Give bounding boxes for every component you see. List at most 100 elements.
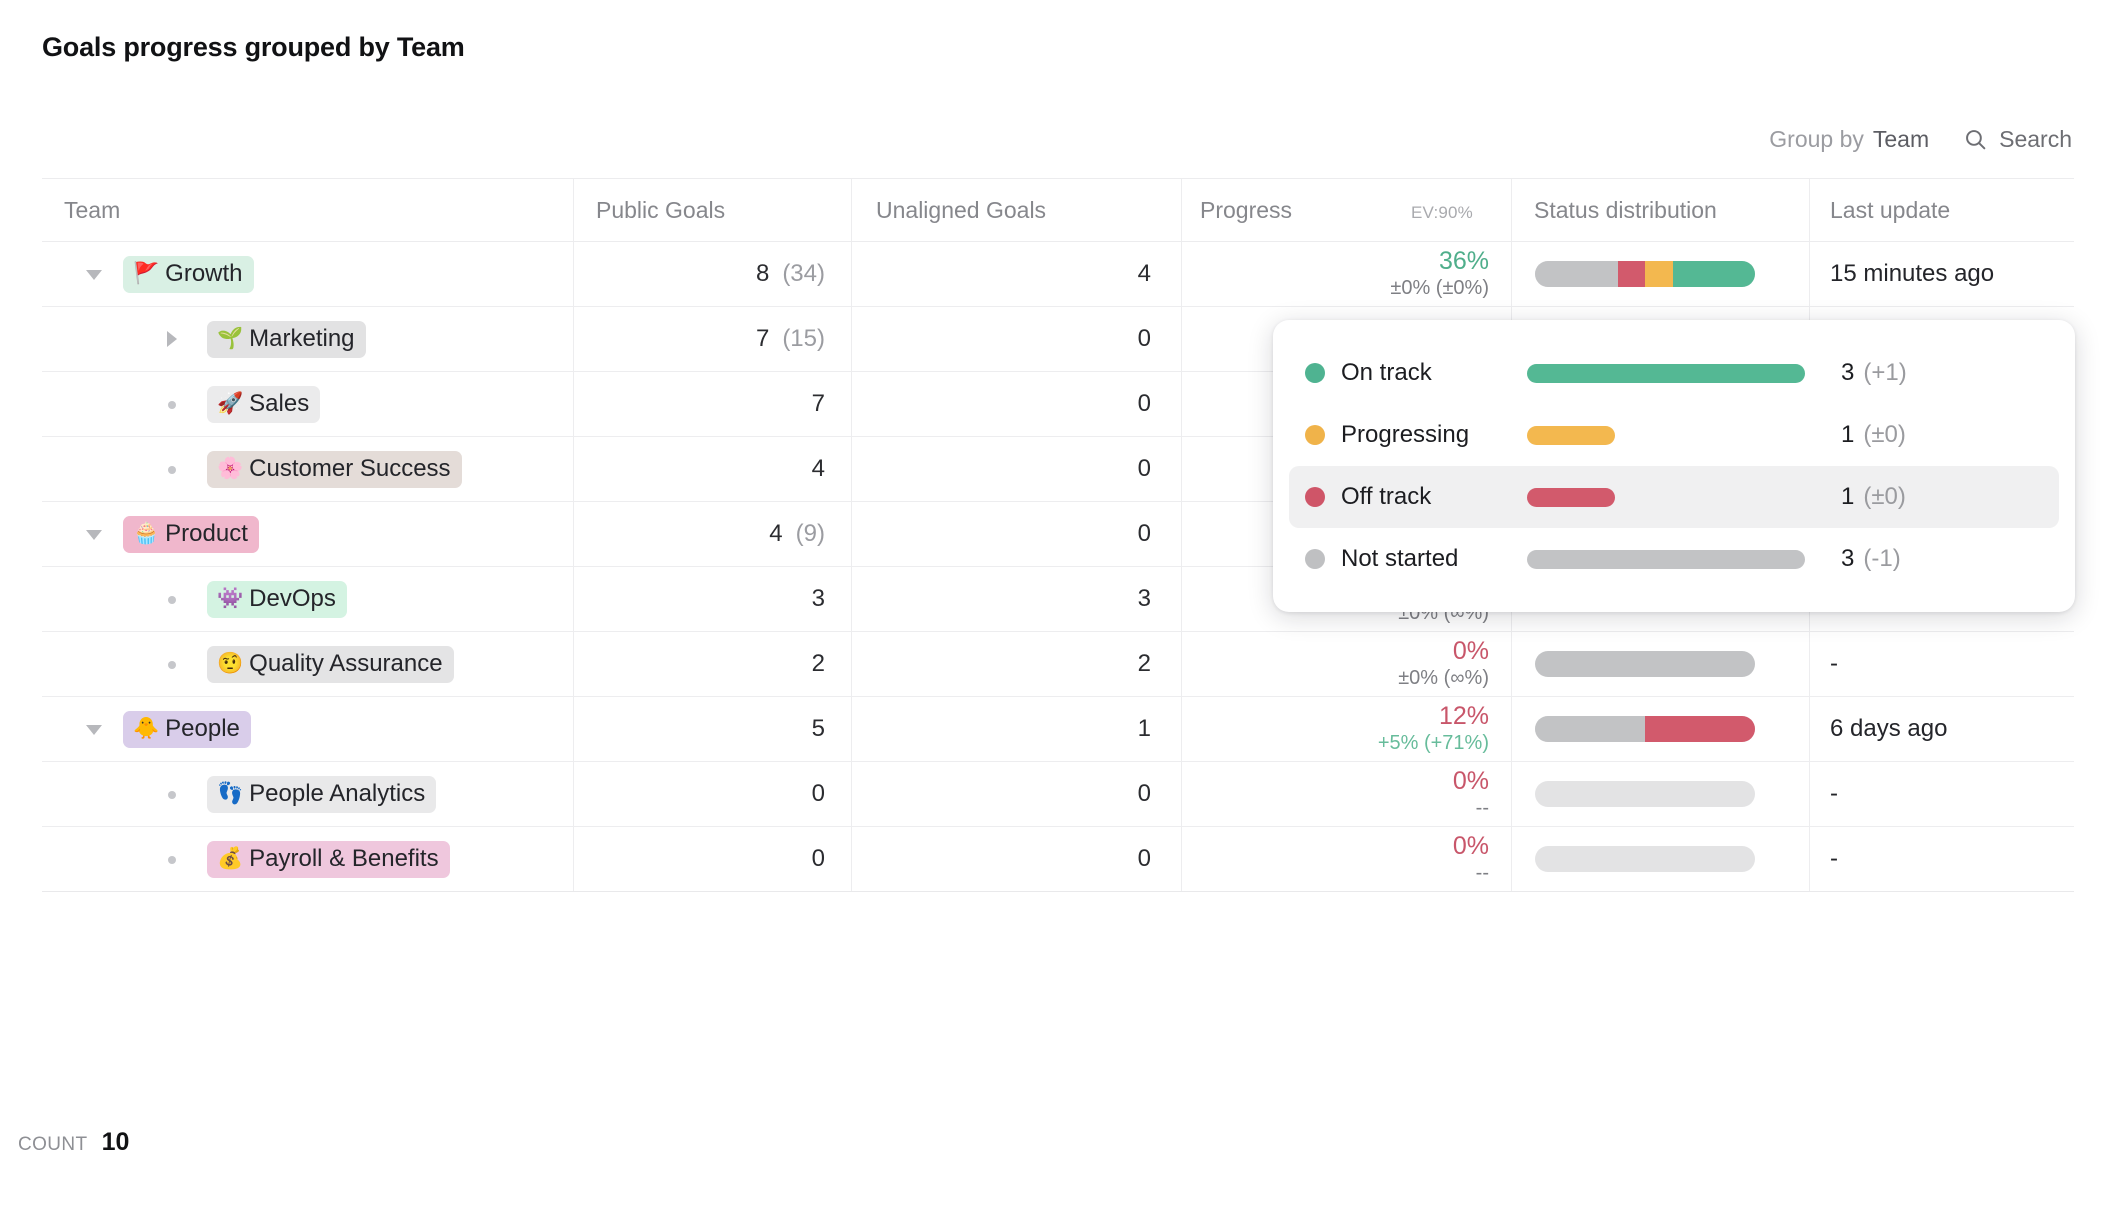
public-goals-value: 3 xyxy=(811,585,825,612)
team-name: Customer Success xyxy=(249,454,451,482)
popup-status-row[interactable]: On track 3 (+1) xyxy=(1289,342,2059,404)
cell-status-distribution[interactable] xyxy=(1511,697,1809,761)
cell-team: 👣 People Analytics xyxy=(42,762,573,826)
cell-status-distribution[interactable] xyxy=(1511,762,1809,826)
cell-public-goals: 3 xyxy=(573,567,851,631)
cell-last-update: - xyxy=(1809,827,2074,891)
unaligned-goals-value: 4 xyxy=(1137,260,1151,287)
status-distribution-bar[interactable] xyxy=(1535,781,1755,807)
page-title: Goals progress grouped by Team xyxy=(42,32,465,62)
team-emoji-icon: 🚀 xyxy=(217,392,244,415)
chevron-right-icon[interactable] xyxy=(164,330,181,348)
team-chip[interactable]: 🚩 Growth xyxy=(123,255,254,293)
status-label: On track xyxy=(1341,359,1432,386)
column-header-public-goals[interactable]: Public Goals xyxy=(573,179,851,241)
progress-value: 0% xyxy=(1452,637,1489,666)
team-chip[interactable]: 💰 Payroll & Benefits xyxy=(207,840,450,878)
status-dot-icon xyxy=(1305,363,1325,383)
unaligned-goals-value: 0 xyxy=(1137,780,1151,807)
cell-public-goals: 4 (9) xyxy=(573,502,851,566)
last-update-value: 6 days ago xyxy=(1830,715,1948,742)
cell-team: 🐥 People xyxy=(42,697,573,761)
team-emoji-icon: 🤨 xyxy=(217,652,244,675)
last-update-value: 15 minutes ago xyxy=(1830,260,1995,287)
chevron-down-icon[interactable] xyxy=(86,526,103,543)
team-name: Product xyxy=(165,519,248,547)
status-bar-fill xyxy=(1527,487,1615,507)
progress-value: 36% xyxy=(1438,247,1489,276)
cell-status-distribution[interactable] xyxy=(1511,242,1809,306)
popup-status-row[interactable]: Not started 3 (-1) xyxy=(1289,528,2059,590)
table-row[interactable]: 🐥 People 5 1 12% +5% (+71%) 6 days ago xyxy=(42,697,2074,762)
team-emoji-icon: 🧁 xyxy=(133,522,160,545)
table-row[interactable]: 🤨 Quality Assurance 2 2 0% ±0% (∞%) - xyxy=(42,632,2074,697)
cell-public-goals: 2 xyxy=(573,632,851,696)
cell-status-distribution[interactable] xyxy=(1511,632,1809,696)
cell-team: 🚩 Growth xyxy=(42,242,573,306)
column-header-status-distribution[interactable]: Status distribution xyxy=(1511,179,1809,241)
team-emoji-icon: 🌸 xyxy=(217,457,244,480)
team-chip[interactable]: 🤨 Quality Assurance xyxy=(207,645,454,683)
table-row[interactable]: 💰 Payroll & Benefits 0 0 0% -- - xyxy=(42,827,2074,892)
status-distribution-bar[interactable] xyxy=(1535,716,1755,742)
cell-status-distribution[interactable] xyxy=(1511,827,1809,891)
status-dot-icon xyxy=(1305,425,1325,445)
status-delta: (+1) xyxy=(1863,359,1907,386)
team-chip[interactable]: 🚀 Sales xyxy=(207,385,321,423)
cell-progress: 0% -- xyxy=(1181,762,1511,826)
search-button[interactable]: Search xyxy=(1963,126,2072,153)
cell-team: 💰 Payroll & Benefits xyxy=(42,827,573,891)
chevron-down-icon[interactable] xyxy=(86,721,103,738)
status-bar-track xyxy=(1527,487,1819,507)
group-by-control[interactable]: Group by Team xyxy=(1769,126,1929,153)
team-chip[interactable]: 👣 People Analytics xyxy=(207,775,437,813)
status-delta: (±0) xyxy=(1863,483,1906,510)
cell-unaligned-goals: 2 xyxy=(851,632,1181,696)
cell-unaligned-goals: 1 xyxy=(851,697,1181,761)
status-delta: (±0) xyxy=(1863,421,1906,448)
column-header-progress-label: Progress xyxy=(1200,196,1293,223)
public-goals-value: 0 xyxy=(811,845,825,872)
column-header-last-update[interactable]: Last update xyxy=(1809,179,2074,241)
status-count: 3 xyxy=(1841,545,1855,572)
cell-team: 🚀 Sales xyxy=(42,372,573,436)
goals-progress-page: Goals progress grouped by Team Group by … xyxy=(0,0,2112,1226)
group-by-label: Group by xyxy=(1769,125,1864,152)
table-row[interactable]: 👣 People Analytics 0 0 0% -- - xyxy=(42,762,2074,827)
team-name: Growth xyxy=(165,259,243,287)
search-label: Search xyxy=(1999,125,2072,152)
status-distribution-bar[interactable] xyxy=(1535,846,1755,872)
popup-status-row[interactable]: Off track 1 (±0) xyxy=(1289,466,2059,528)
column-header-team[interactable]: Team xyxy=(42,179,573,241)
progress-value: 12% xyxy=(1438,702,1489,731)
status-segment xyxy=(1645,261,1673,287)
team-chip[interactable]: 🧁 Product xyxy=(123,515,259,553)
status-bar-track xyxy=(1527,549,1819,569)
team-chip[interactable]: 👾 DevOps xyxy=(207,580,347,618)
status-distribution-bar[interactable] xyxy=(1535,651,1755,677)
team-chip[interactable]: 🐥 People xyxy=(123,710,251,748)
cell-last-update: - xyxy=(1809,762,2074,826)
popup-status-row[interactable]: Progressing 1 (±0) xyxy=(1289,404,2059,466)
table-toolbar: Group by Team Search xyxy=(1769,122,2072,156)
status-count: 3 xyxy=(1841,359,1855,386)
team-chip[interactable]: 🌱 Marketing xyxy=(207,320,366,358)
bullet-icon xyxy=(164,461,181,478)
count-value: 10 xyxy=(101,1128,130,1156)
progress-value: 0% xyxy=(1452,832,1489,861)
team-chip[interactable]: 🌸 Customer Success xyxy=(207,450,462,488)
public-goals-total: (15) xyxy=(782,325,825,352)
column-header-unaligned-goals[interactable]: Unaligned Goals xyxy=(851,179,1181,241)
status-bar-track xyxy=(1527,363,1819,383)
table-row[interactable]: 🚩 Growth 8 (34) 4 36% ±0% (±0%) 15 minutes ago xyxy=(42,242,2074,307)
cell-team: 🌱 Marketing xyxy=(42,307,573,371)
team-emoji-icon: 🚩 xyxy=(133,262,160,285)
chevron-down-icon[interactable] xyxy=(86,266,103,283)
progress-delta: -- xyxy=(1475,861,1489,884)
cell-public-goals: 4 xyxy=(573,437,851,501)
status-distribution-bar[interactable] xyxy=(1535,261,1755,287)
cell-unaligned-goals: 0 xyxy=(851,827,1181,891)
column-header-progress[interactable]: Progress EV:90% xyxy=(1181,179,1511,241)
public-goals-value: 5 xyxy=(811,715,825,742)
cell-progress: 12% +5% (+71%) xyxy=(1181,697,1511,761)
